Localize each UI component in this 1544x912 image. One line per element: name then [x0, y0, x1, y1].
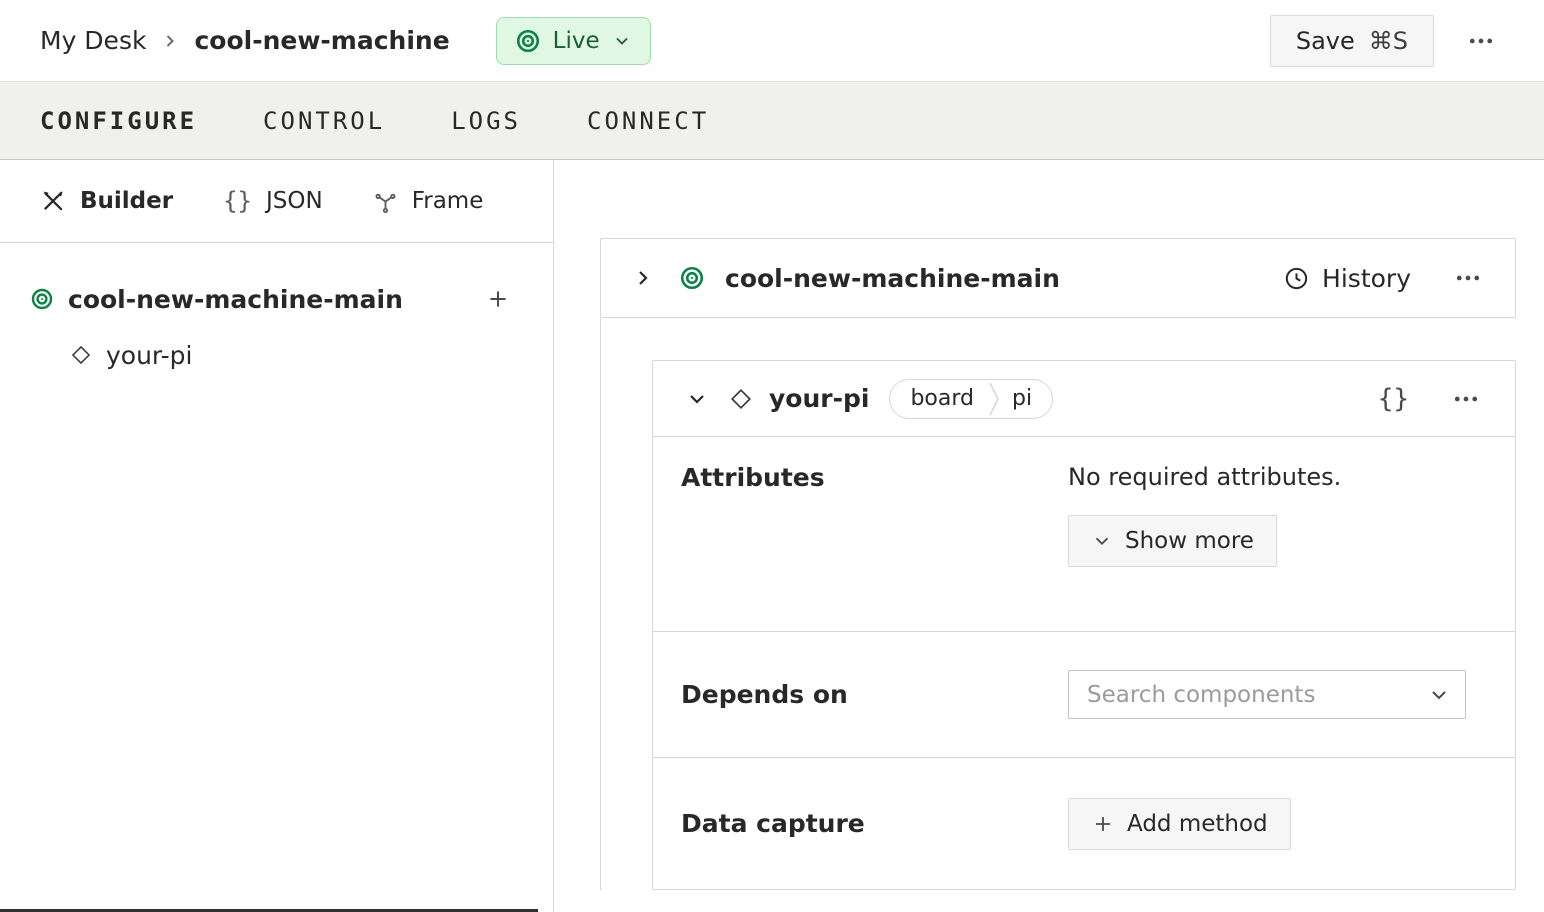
- overflow-menu-button[interactable]: [1458, 18, 1504, 64]
- breadcrumb: My Desk cool-new-machine: [40, 26, 450, 55]
- component-model-badge: pi: [1011, 386, 1033, 411]
- braces-icon: {}: [223, 187, 252, 215]
- save-label: Save: [1295, 26, 1355, 55]
- component-json-button[interactable]: {}: [1374, 380, 1413, 418]
- expand-part-button[interactable]: [627, 262, 659, 294]
- plus-icon: [490, 291, 506, 307]
- part-menu-button[interactable]: [1447, 257, 1489, 299]
- depends-on-content: [1068, 670, 1466, 719]
- history-button[interactable]: History: [1283, 264, 1411, 293]
- depends-on-combobox[interactable]: [1068, 670, 1466, 719]
- depends-on-label: Depends on: [681, 680, 848, 709]
- mode-builder-button[interactable]: Builder: [40, 188, 173, 214]
- component-diamond-icon: [70, 344, 92, 366]
- component-menu-button[interactable]: [1445, 378, 1487, 420]
- attributes-label: Attributes: [681, 463, 825, 492]
- braces-icon: {}: [1377, 383, 1409, 414]
- machine-part-title: cool-new-machine-main: [725, 263, 1060, 293]
- mode-frame-label: Frame: [411, 188, 484, 214]
- tab-logs[interactable]: LOGS: [451, 101, 521, 141]
- tab-connect[interactable]: CONNECT: [587, 101, 709, 141]
- viam-logo-icon: [679, 265, 705, 291]
- data-capture-row: Data capture Add method: [653, 757, 1515, 889]
- history-clock-icon: [1285, 267, 1308, 289]
- chevron-right-icon: [160, 31, 180, 51]
- live-label: Live: [552, 27, 600, 54]
- data-capture-content: Add method: [1068, 797, 1291, 850]
- tree-component-label: your-pi: [106, 340, 193, 370]
- component-name: your-pi: [769, 384, 870, 413]
- attributes-content: No required attributes. Show more: [1068, 463, 1341, 567]
- show-more-label: Show more: [1125, 528, 1254, 554]
- app-root: My Desk cool-new-machine Live Save ⌘S CO…: [0, 0, 1544, 912]
- tree-machine-part-label: cool-new-machine-main: [68, 284, 403, 314]
- machine-part-card: cool-new-machine-main History: [600, 238, 1516, 318]
- show-more-button[interactable]: Show more: [1068, 515, 1277, 567]
- depends-on-row: Depends on: [653, 631, 1515, 757]
- chevron-right-icon: [639, 271, 648, 285]
- ellipsis-icon: [1469, 38, 1493, 43]
- breadcrumb-current: cool-new-machine: [194, 26, 450, 55]
- add-method-label: Add method: [1127, 810, 1268, 837]
- tab-configure[interactable]: CONFIGURE: [40, 101, 197, 141]
- tree-machine-part-row[interactable]: cool-new-machine-main: [30, 271, 515, 327]
- live-status-badge[interactable]: Live: [495, 16, 651, 65]
- plus-icon: [1091, 812, 1115, 836]
- attributes-empty-text: No required attributes.: [1068, 463, 1342, 491]
- tab-control[interactable]: CONTROL: [263, 101, 385, 141]
- chevron-down-icon: [1427, 683, 1451, 707]
- add-method-button[interactable]: Add method: [1068, 797, 1291, 850]
- tab-bar: CONFIGURE CONTROL LOGS CONNECT: [0, 81, 1544, 160]
- mode-builder-label: Builder: [80, 188, 174, 214]
- badge-divider-icon: [986, 380, 1002, 418]
- sidebar: Builder {} JSON Frame cool-new-machine-m…: [0, 160, 554, 912]
- breadcrumb-root-link[interactable]: My Desk: [40, 26, 146, 55]
- chevron-down-icon: [690, 394, 704, 404]
- chevron-down-icon: [1091, 530, 1113, 552]
- chevron-down-icon: [612, 31, 632, 51]
- add-component-button[interactable]: [481, 282, 515, 316]
- mode-json-button[interactable]: {} JSON: [223, 187, 323, 215]
- ellipsis-icon: [1454, 396, 1478, 401]
- viam-logo-icon: [30, 287, 54, 311]
- component-card: your-pi board pi {} Attributes No requir…: [652, 360, 1516, 890]
- component-type-badges: board pi: [889, 378, 1054, 419]
- data-capture-label: Data capture: [681, 809, 865, 838]
- tree-component-row[interactable]: your-pi: [30, 327, 515, 383]
- top-header: My Desk cool-new-machine Live Save ⌘S: [0, 0, 1544, 81]
- collapse-component-button[interactable]: [681, 383, 713, 415]
- tools-icon: [40, 188, 66, 214]
- machine-tree: cool-new-machine-main your-pi: [0, 243, 553, 383]
- component-card-header: your-pi board pi {}: [653, 361, 1515, 437]
- frame-axes-icon: [373, 189, 398, 214]
- config-panel: cool-new-machine-main History your-pi bo…: [554, 160, 1544, 912]
- attributes-row: Attributes No required attributes. Show …: [653, 437, 1515, 631]
- component-nest: your-pi board pi {} Attributes No requir…: [600, 318, 1516, 890]
- content-area: Builder {} JSON Frame cool-new-machine-m…: [0, 160, 1544, 912]
- history-label: History: [1322, 263, 1411, 293]
- viam-logo-icon: [515, 28, 541, 54]
- mode-frame-button[interactable]: Frame: [373, 188, 484, 214]
- save-shortcut: ⌘S: [1368, 26, 1408, 55]
- view-mode-row: Builder {} JSON Frame: [0, 160, 553, 243]
- mode-json-label: JSON: [265, 188, 323, 214]
- search-components-input[interactable]: [1087, 681, 1427, 708]
- component-type-badge: board: [910, 386, 974, 411]
- save-button[interactable]: Save ⌘S: [1269, 14, 1434, 67]
- ellipsis-icon: [1456, 275, 1480, 281]
- component-diamond-icon: [729, 387, 753, 411]
